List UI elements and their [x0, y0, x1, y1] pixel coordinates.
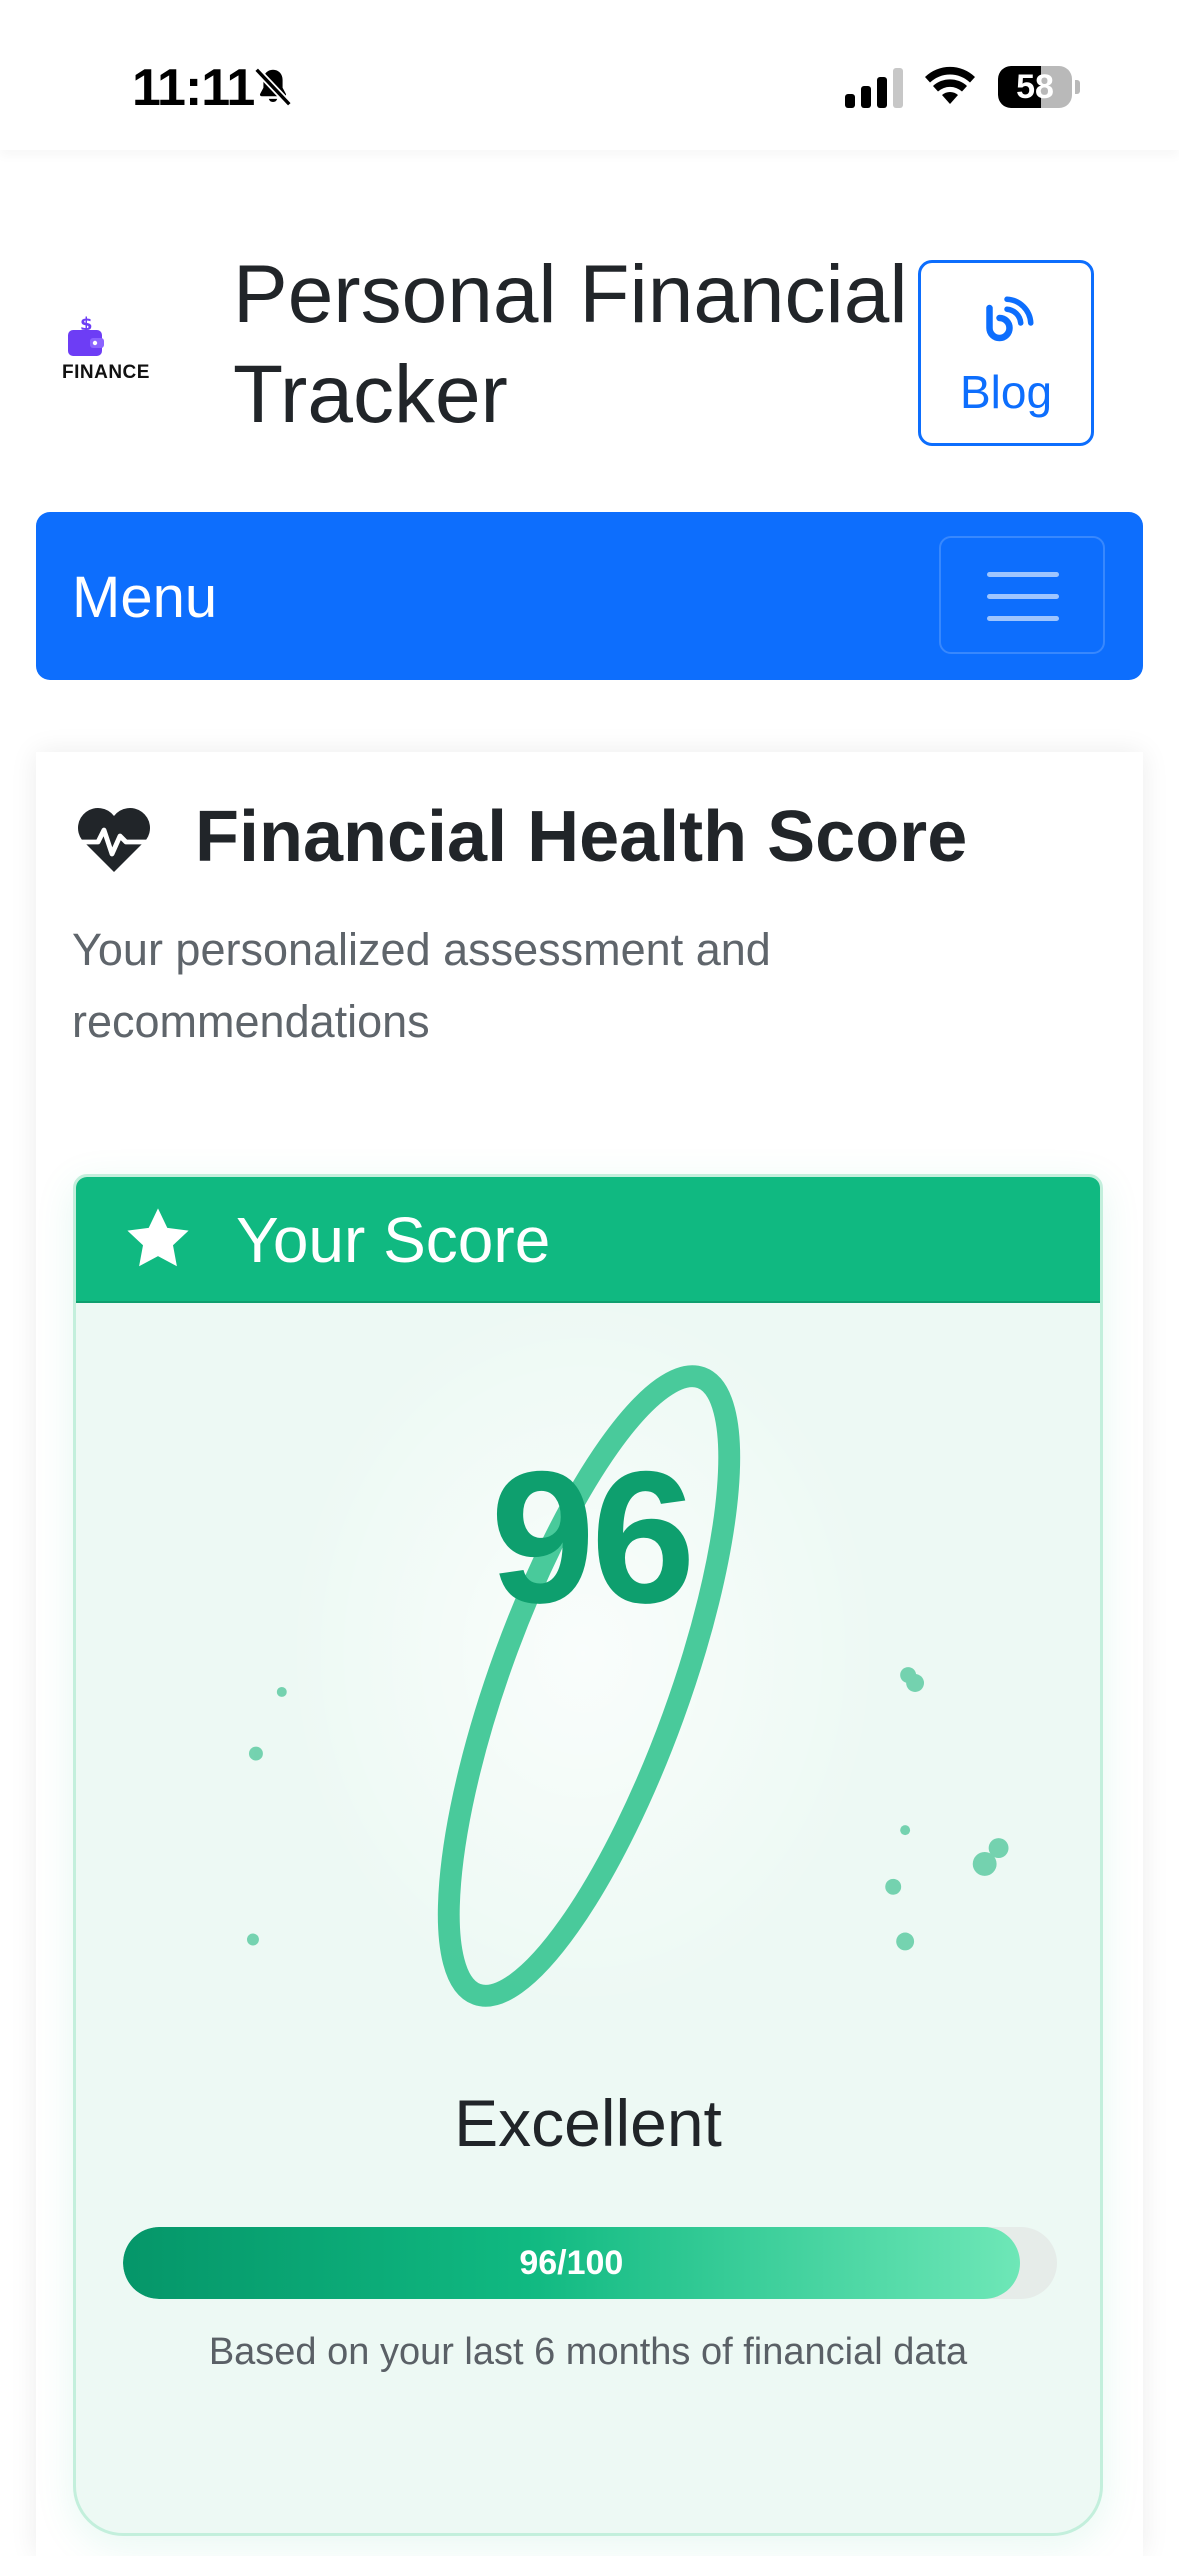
battery-icon: 58	[998, 66, 1080, 108]
logo-text: FINANCE	[62, 362, 150, 383]
site-title: Personal Financial Tracker	[233, 249, 908, 440]
score-card-header: Your Score	[76, 1177, 1100, 1303]
signal-icon	[845, 68, 903, 108]
hamburger-menu-button[interactable]	[939, 536, 1105, 654]
battery-tip	[1075, 80, 1080, 94]
score-rating: Excellent	[454, 2086, 722, 2160]
bell-slash-icon	[254, 67, 292, 107]
hamburger-icon-bar	[987, 594, 1059, 599]
blog-label: Blog	[959, 366, 1053, 418]
blog-button[interactable]: Blog	[918, 260, 1094, 446]
status-bar: 11:11 58	[0, 0, 1179, 150]
svg-text:$: $	[80, 316, 93, 335]
financial-health-card: Financial Health Score Your personalized…	[36, 752, 1143, 2556]
score-note: Based on your last 6 months of financial…	[208, 2331, 968, 2373]
status-time: 11:11	[132, 59, 255, 117]
card-subtitle: Your personalized assessment and recomme…	[72, 924, 771, 1047]
hamburger-icon	[987, 572, 1059, 577]
finance-logo[interactable]: $ FINANCE	[62, 316, 162, 386]
star-icon	[127, 1208, 189, 1267]
wallet-dollar-icon: $	[68, 316, 104, 356]
battery-percentage: 58	[1016, 68, 1054, 106]
score-card: Your Score 96 Excellent 96/100 Based on …	[73, 1174, 1103, 2536]
score-card-title: Your Score	[236, 1204, 551, 1276]
score-value: 96	[490, 1432, 695, 1642]
navbar: Menu	[36, 512, 1143, 680]
wifi-icon	[925, 66, 975, 104]
menu-brand[interactable]: Menu	[72, 564, 217, 631]
score-orbit-graphic	[246, 1303, 1009, 2011]
battery-body: 58	[998, 66, 1072, 108]
score-progress-label: 96/100	[519, 2244, 624, 2282]
blog-rss-icon	[986, 296, 1034, 342]
card-title: Financial Health Score	[195, 797, 968, 877]
score-progress-bar: 96/100	[123, 2227, 1057, 2299]
hamburger-icon-bar	[987, 616, 1059, 621]
heart-pulse-icon	[75, 808, 153, 872]
